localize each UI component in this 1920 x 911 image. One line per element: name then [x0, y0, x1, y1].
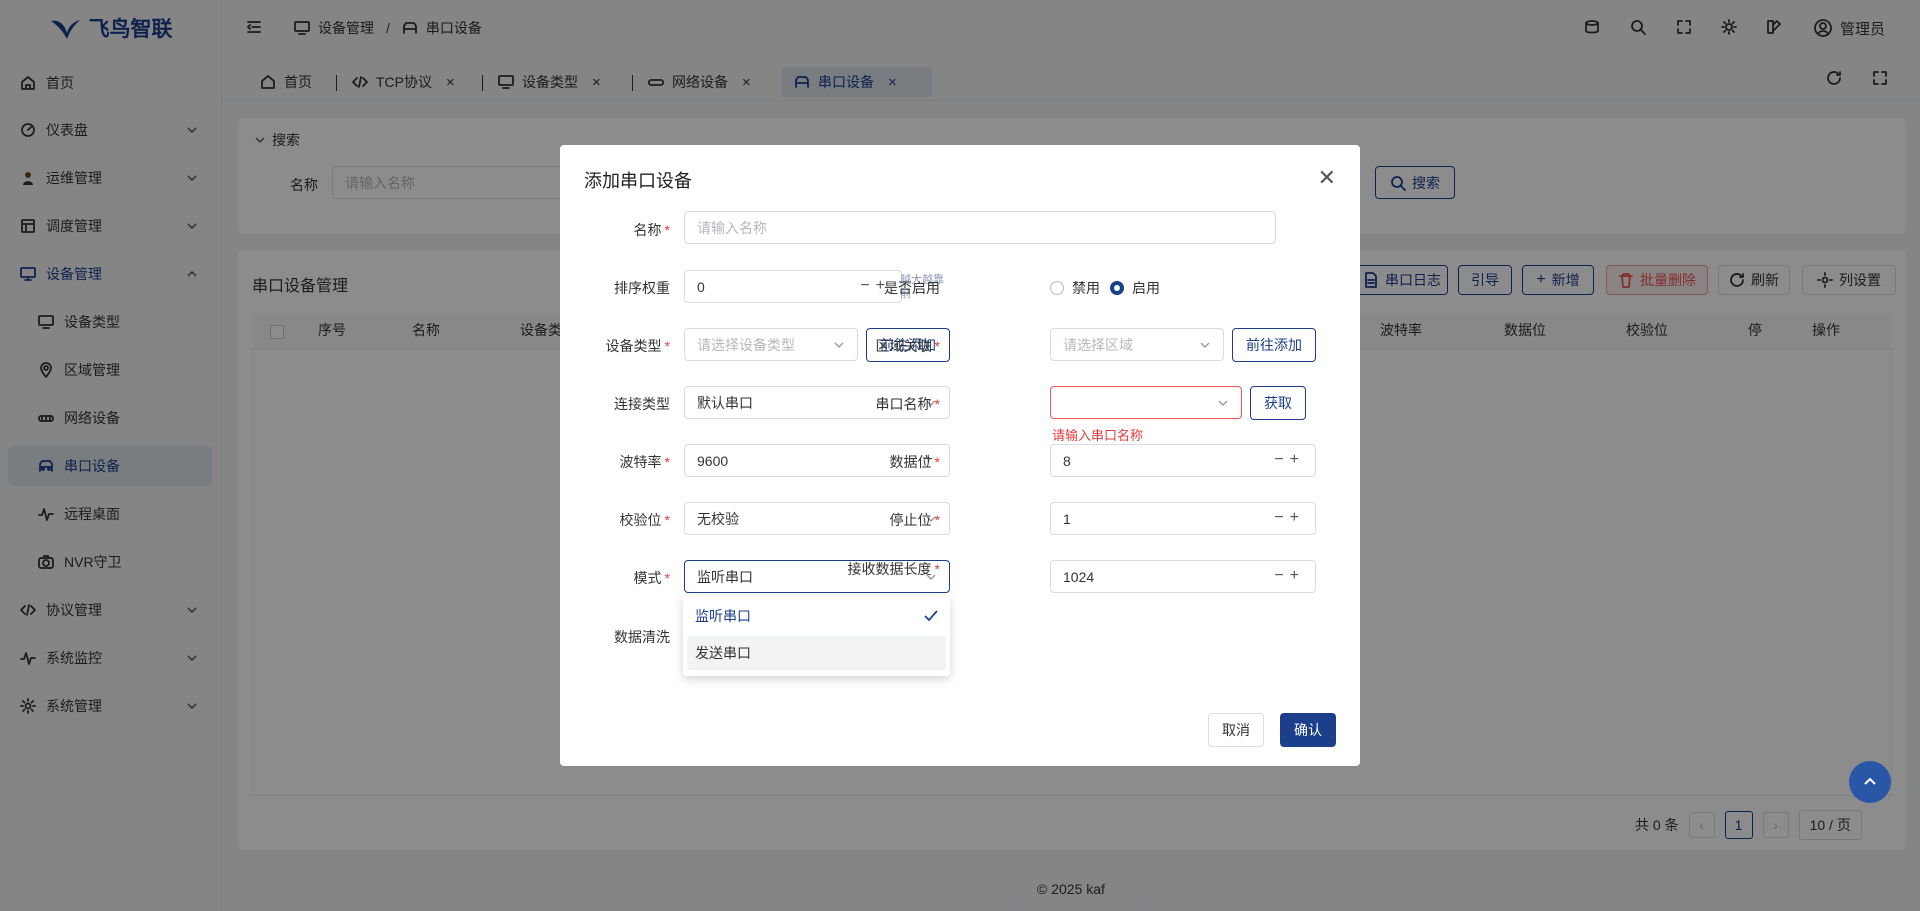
fetch-port-button[interactable]: 获取 [1250, 386, 1306, 420]
placeholder: 请输入名称 [697, 219, 767, 236]
radio-circle-selected [1110, 281, 1124, 295]
check-icon [924, 610, 938, 622]
button-label: 确认 [1294, 722, 1322, 738]
button-label: 获取 [1264, 395, 1292, 411]
add-serial-device-dialog: 添加串口设备 ✕ 名称 * 请输入名称 排序权重 0 −+ 越大越靠前 是否启用 禁… [560, 145, 1360, 766]
required-mark: * [664, 570, 670, 586]
required-mark: * [664, 222, 670, 238]
port-name-error: 请输入串口名称 [1052, 428, 1144, 443]
placeholder: 请选择区域 [1063, 336, 1133, 353]
stepper-value: 1 [1063, 510, 1071, 527]
field-label: 校验位 * [560, 510, 670, 530]
dropdown-option-selected[interactable]: 监听串口 [687, 599, 946, 633]
field-label: 数据位 * [830, 452, 940, 472]
chevron-up-icon [1864, 777, 1876, 785]
label-text: 名称 [633, 222, 662, 238]
confirm-button[interactable]: 确认 [1280, 713, 1336, 747]
button-label: 取消 [1222, 722, 1250, 738]
label-text: 串口名称 [875, 396, 932, 412]
field-label: 排序权重 [560, 278, 670, 298]
required-mark: * [934, 561, 940, 577]
field-label: 停止位 * [830, 510, 940, 530]
stepper-value: 8 [1063, 452, 1071, 469]
field-label: 是否启用 [830, 278, 940, 298]
required-mark: * [934, 338, 940, 354]
chevron-down-icon [1218, 400, 1228, 406]
placeholder: 请选择设备类型 [697, 336, 795, 353]
label-text: 数据清洗 [614, 629, 670, 645]
option-label: 发送串口 [695, 645, 751, 661]
mode-dropdown-menu: 监听串口 发送串口 [683, 596, 950, 676]
select-value: 默认串口 [697, 394, 753, 411]
field-label: 串口名称 * [830, 394, 940, 414]
data-bits-stepper[interactable]: 8 −+ [1050, 444, 1316, 477]
button-label: 前往添加 [1246, 337, 1302, 353]
radio-disabled[interactable]: 禁用 [1050, 278, 1100, 298]
select-value: 监听串口 [697, 568, 753, 585]
label-text: 波特率 [619, 454, 662, 470]
field-label: 连接类型 [560, 394, 670, 414]
label-text: 是否启用 [884, 280, 940, 296]
close-icon[interactable]: ✕ [1318, 167, 1336, 189]
region-select[interactable]: 请选择区域 [1050, 328, 1224, 361]
receive-length-stepper[interactable]: 1024 −+ [1050, 560, 1316, 593]
label-text: 校验位 [619, 512, 662, 528]
label-text: 停止位 [889, 512, 932, 528]
name-input[interactable]: 请输入名称 [684, 211, 1276, 244]
field-label: 设备类型 * [560, 336, 670, 356]
field-label: 区域关联 * [830, 336, 940, 356]
label-text: 设备类型 [605, 338, 662, 354]
required-mark: * [934, 512, 940, 528]
stepper-value: 9600 [697, 452, 729, 469]
label-text: 排序权重 [614, 280, 670, 296]
back-to-top-button[interactable] [1849, 761, 1891, 803]
go-add-region-button[interactable]: 前往添加 [1232, 328, 1316, 362]
cancel-button[interactable]: 取消 [1208, 713, 1264, 747]
dropdown-option[interactable]: 发送串口 [687, 636, 946, 670]
stepper-buttons[interactable]: −+ [1274, 567, 1305, 585]
chevron-down-icon [1200, 342, 1210, 348]
required-mark: * [934, 396, 940, 412]
required-mark: * [664, 338, 670, 354]
radio-enabled[interactable]: 启用 [1110, 278, 1160, 298]
required-mark: * [664, 512, 670, 528]
radio-label: 禁用 [1072, 280, 1100, 296]
stop-bits-stepper[interactable]: 1 −+ [1050, 502, 1316, 535]
stepper-buttons[interactable]: −+ [1274, 509, 1305, 527]
stepper-buttons[interactable]: −+ [1274, 451, 1305, 469]
select-value: 无校验 [697, 510, 739, 527]
field-label: 名称 * [560, 220, 670, 240]
required-mark: * [664, 454, 670, 470]
stepper-value: 1024 [1063, 568, 1095, 585]
port-name-select[interactable] [1050, 386, 1242, 419]
dialog-title: 添加串口设备 [584, 171, 692, 191]
radio-label: 启用 [1132, 280, 1160, 296]
label-text: 连接类型 [614, 396, 670, 412]
option-label: 监听串口 [695, 608, 751, 624]
radio-circle [1050, 281, 1064, 295]
sort-value: 0 [697, 278, 705, 295]
label-text: 模式 [633, 570, 662, 586]
label-text: 区域关联 [875, 338, 932, 354]
field-label: 波特率 * [560, 452, 670, 472]
field-label: 接收数据长度 * [830, 560, 940, 578]
label-text: 接收数据长度 [847, 561, 932, 577]
required-mark: * [934, 454, 940, 470]
label-text: 数据位 [889, 454, 932, 470]
field-label: 模式 * [560, 568, 670, 588]
field-label: 数据清洗 [560, 627, 670, 647]
